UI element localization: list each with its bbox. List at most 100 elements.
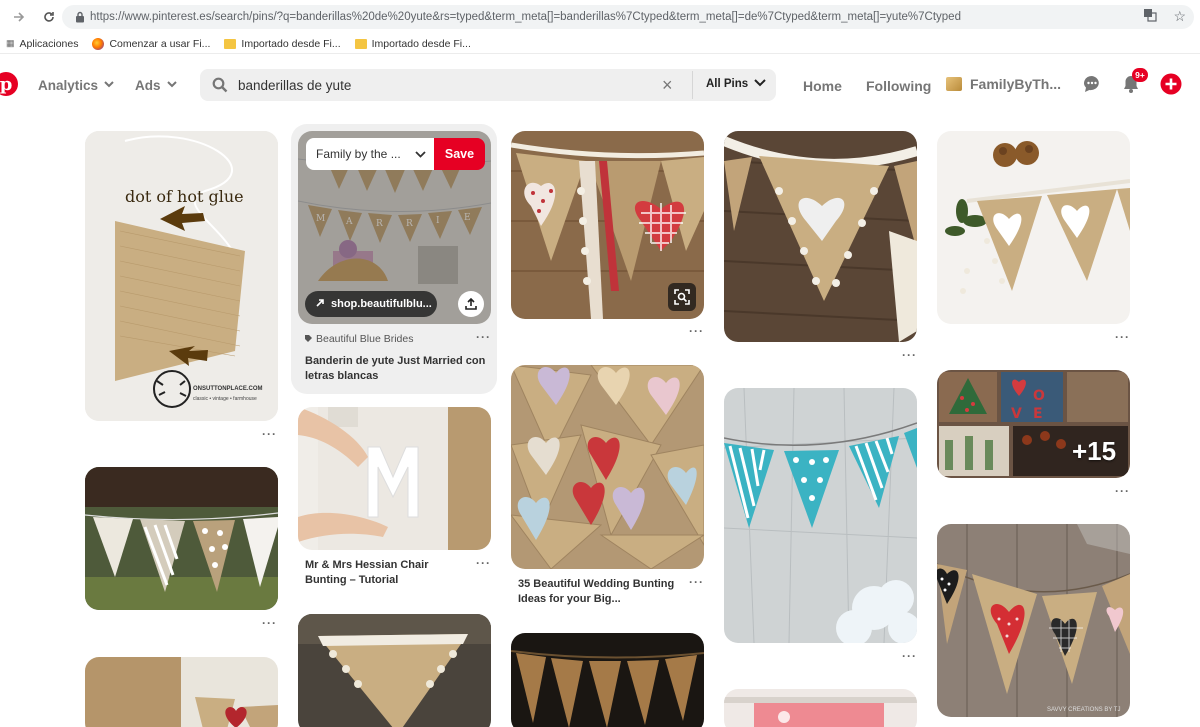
svg-text:V: V xyxy=(1011,406,1022,422)
svg-text:O: O xyxy=(1033,388,1045,404)
save-button[interactable]: Save xyxy=(434,138,485,170)
create-plus-icon[interactable] xyxy=(1160,73,1182,95)
search-input[interactable] xyxy=(238,75,648,95)
home-link[interactable]: Home xyxy=(803,78,842,94)
bookmark-apps[interactable]: ▦ Aplicaciones xyxy=(6,38,78,50)
clear-search-icon[interactable]: × xyxy=(662,75,673,95)
scope-label: All Pins xyxy=(706,78,749,90)
browser-toolbar: https://www.pinterest.es/search/pins/?q=… xyxy=(0,0,1200,34)
bookmark-label: Importado desde Fi... xyxy=(241,37,341,50)
pin-heart-garland[interactable]: SAVVY CREATIONS BY TJ xyxy=(937,524,1130,717)
external-link-icon xyxy=(315,298,325,311)
pinterest-logo-icon[interactable]: p xyxy=(0,72,18,96)
avatar xyxy=(946,77,962,91)
notifications-badge: 9+ xyxy=(1132,68,1148,82)
lock-icon xyxy=(70,9,90,25)
profile-link[interactable]: FamilyByTh... xyxy=(946,76,1061,92)
pin-mr-mrs-stencil[interactable] xyxy=(298,407,491,550)
board-selector[interactable]: Family by the ... xyxy=(306,138,434,170)
search-bar: × All Pins xyxy=(200,69,776,101)
bookmark-folder-1[interactable]: Importado desde Fi... xyxy=(224,37,341,50)
pin-more-icon[interactable]: ··· xyxy=(689,324,704,338)
pin-source-link[interactable]: shop.beautifulblu... xyxy=(305,291,437,317)
pin-burlap-heart[interactable] xyxy=(85,657,278,727)
tag-icon xyxy=(305,333,312,345)
pin-teal-bunting[interactable] xyxy=(724,388,917,643)
bookmark-folder-2[interactable]: Importado desde Fi... xyxy=(354,37,471,50)
pin-striped-bunting[interactable] xyxy=(85,467,278,610)
board-name: Family by the ... xyxy=(316,147,401,161)
pin-wedding-bunting[interactable] xyxy=(511,365,704,569)
pin-watermark: SAVVY CREATIONS BY TJ xyxy=(1047,707,1121,713)
pin-title[interactable]: 35 Beautiful Wedding Bunting Ideas for y… xyxy=(518,577,683,607)
messages-icon[interactable] xyxy=(1081,73,1103,95)
search-icon xyxy=(212,77,228,93)
folder-icon xyxy=(224,38,237,49)
pin-image xyxy=(511,365,704,569)
bookmark-firefox[interactable]: Comenzar a usar Fi... xyxy=(92,37,211,50)
pin-image xyxy=(937,131,1130,324)
pin-image xyxy=(298,407,491,550)
firefox-icon xyxy=(92,37,105,50)
bookmark-label: Importado desde Fi... xyxy=(371,37,471,50)
chevron-down-icon xyxy=(754,78,766,90)
pin-more-icon[interactable]: ··· xyxy=(476,556,491,570)
bookmark-label: Aplicaciones xyxy=(19,37,79,50)
pin-lace-heart[interactable] xyxy=(724,131,917,342)
pin-source[interactable]: Beautiful Blue Brides xyxy=(305,333,413,345)
pin-brand-text: ONSUTTONPLACE.COM xyxy=(193,386,263,392)
pin-wood-art-collage[interactable]: O V E +15 xyxy=(937,370,1130,478)
pin-image xyxy=(85,467,278,610)
ads-menu[interactable]: Ads xyxy=(135,78,177,93)
pin-more-icon[interactable]: ··· xyxy=(262,427,277,441)
ads-label: Ads xyxy=(135,78,161,93)
source-name: Beautiful Blue Brides xyxy=(316,333,414,345)
pin-more-icon[interactable]: ··· xyxy=(902,348,917,362)
pin-image xyxy=(511,633,704,727)
analytics-label: Analytics xyxy=(38,78,99,93)
share-icon[interactable] xyxy=(458,291,484,317)
chevron-down-icon xyxy=(104,80,114,91)
forward-icon[interactable] xyxy=(4,0,34,34)
pin-overlay-text: dot of hot glue xyxy=(125,187,244,206)
translate-icon[interactable] xyxy=(1143,8,1158,25)
pin-image xyxy=(724,131,917,342)
heart-icon xyxy=(225,707,247,727)
svg-text:E: E xyxy=(1033,406,1043,422)
pin-title[interactable]: Mr & Mrs Hessian Chair Bunting – Tutoria… xyxy=(305,558,470,588)
bookmarks-bar: ▦ Aplicaciones Comenzar a usar Fi... Imp… xyxy=(0,34,1200,54)
bookmark-label: Comenzar a usar Fi... xyxy=(109,37,211,50)
pin-hot-glue[interactable]: dot of hot glue ONSUTTONPLACE.COM classi… xyxy=(85,131,278,421)
following-link[interactable]: Following xyxy=(866,78,931,94)
search-divider xyxy=(692,71,693,99)
pin-image xyxy=(937,524,1130,717)
chevron-down-icon xyxy=(166,80,177,91)
pin-image xyxy=(724,689,917,727)
pin-more-icon[interactable]: ··· xyxy=(262,616,277,630)
pin-heart-flags-walnut[interactable] xyxy=(937,131,1130,324)
pinterest-header: p Analytics Ads × All Pins Home Followin… xyxy=(0,56,1200,116)
more-images-count: +15 xyxy=(1072,436,1117,466)
address-url[interactable]: https://www.pinterest.es/search/pins/?q=… xyxy=(90,11,1110,23)
pin-lace-bunting[interactable] xyxy=(298,614,491,727)
bookmark-star-icon[interactable]: ☆ xyxy=(1173,8,1186,25)
apps-icon: ▦ xyxy=(6,38,15,48)
pin-more-icon[interactable]: ··· xyxy=(1115,330,1130,344)
source-link-text: shop.beautifulblu... xyxy=(331,298,432,310)
chevron-down-icon xyxy=(415,147,426,161)
pin-image xyxy=(724,388,917,643)
address-bar[interactable]: https://www.pinterest.es/search/pins/?q=… xyxy=(62,5,1194,29)
pin-image xyxy=(85,131,278,421)
pin-more-icon[interactable]: ··· xyxy=(689,575,704,589)
pin-title[interactable]: Banderin de yute Just Married con letras… xyxy=(305,354,490,384)
pin-more-icon[interactable]: ··· xyxy=(902,649,917,663)
pin-more-icon[interactable]: ··· xyxy=(1115,484,1130,498)
reload-icon[interactable] xyxy=(34,0,64,34)
pin-more-icon[interactable]: ··· xyxy=(476,330,491,344)
search-scope-dropdown[interactable]: All Pins xyxy=(706,78,766,90)
pin-burlap-flags[interactable] xyxy=(511,633,704,727)
analytics-menu[interactable]: Analytics xyxy=(38,78,114,93)
visual-search-lens-icon[interactable] xyxy=(668,283,696,311)
pin-pink-banner[interactable] xyxy=(724,689,917,727)
pin-image xyxy=(298,614,491,727)
